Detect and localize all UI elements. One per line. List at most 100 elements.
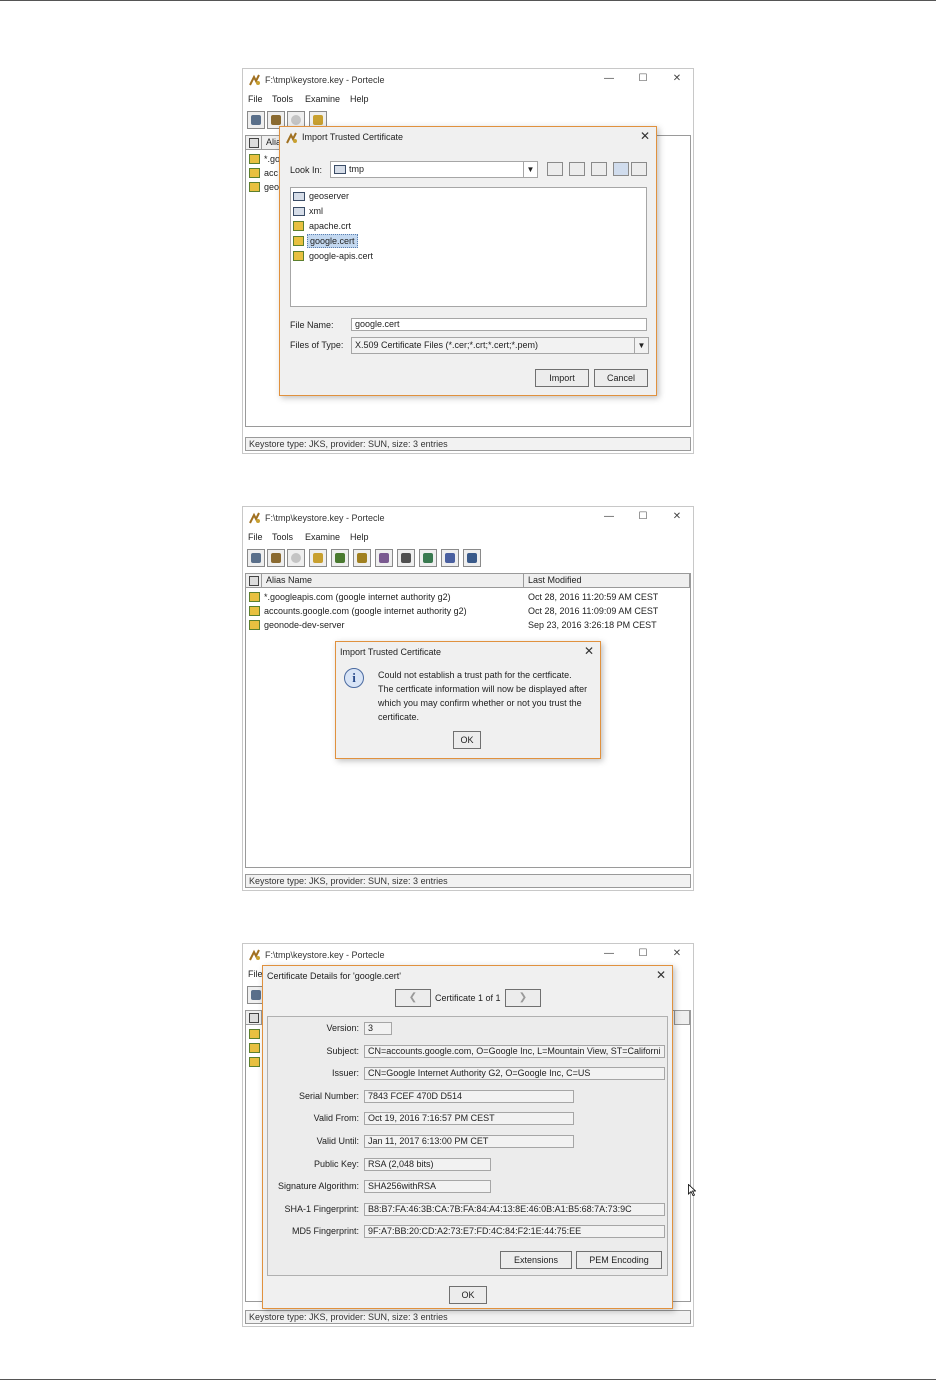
examine-certificate-icon[interactable] — [419, 549, 437, 567]
certificate-index-label: Certificate 1 of 1 — [435, 993, 501, 1003]
status-bar: Keystore type: JKS, provider: SUN, size:… — [245, 1310, 691, 1324]
details-view-icon[interactable] — [631, 162, 647, 176]
ok-button[interactable]: OK — [449, 1286, 487, 1304]
close-icon[interactable]: ✕ — [656, 968, 666, 982]
pem-encoding-button[interactable]: PEM Encoding — [576, 1251, 662, 1269]
maximize-button[interactable]: ☐ — [635, 72, 651, 86]
close-icon[interactable]: ✕ — [584, 644, 594, 658]
minimize-button[interactable]: — — [601, 947, 617, 961]
certificate-icon — [249, 1043, 260, 1053]
title-bar: F:\tmp\keystore.key - Portecle — ☐ ✕ — [243, 69, 693, 91]
new-folder-icon[interactable] — [591, 162, 607, 176]
file-list: geoserver xml apache.crt google.cert goo… — [290, 187, 647, 307]
table-row[interactable]: *.googleapis.com (google internet author… — [246, 591, 690, 604]
extensions-button[interactable]: Extensions — [500, 1251, 572, 1269]
menu-examine[interactable]: Examine — [305, 94, 340, 104]
close-window-button[interactable]: ✕ — [669, 947, 685, 961]
field-label: MD5 Fingerprint: — [291, 1226, 359, 1236]
import-button[interactable]: Import — [535, 369, 589, 387]
header-table-icon — [249, 576, 259, 586]
maximize-button[interactable]: ☐ — [635, 510, 651, 524]
ok-button[interactable]: OK — [453, 731, 481, 749]
new-keystore-icon[interactable] — [247, 111, 265, 129]
public-key-field[interactable]: RSA (2,048 bits) — [364, 1158, 491, 1171]
column-header-last-modified[interactable]: Last Modified — [524, 574, 690, 588]
mouse-pointer-icon — [688, 1184, 696, 1196]
page-bottom-rule — [0, 1379, 936, 1380]
column-header-end — [674, 1011, 690, 1025]
close-window-button[interactable]: ✕ — [669, 72, 685, 86]
menu-file[interactable]: File — [248, 532, 263, 542]
field-label: Valid From: — [313, 1113, 359, 1123]
valid-until-field[interactable]: Jan 11, 2017 6:13:00 PM CET — [364, 1135, 574, 1148]
table-row[interactable]: accounts.google.com (google internet aut… — [246, 605, 690, 618]
column-header-icon — [246, 136, 262, 150]
sha1-fingerprint-field[interactable]: B8:B7:FA:46:3B:CA:7B:FA:84:A4:13:8E:46:0… — [364, 1203, 665, 1216]
issuer-field[interactable]: CN=Google Internet Authority G2, O=Googl… — [364, 1067, 665, 1080]
serial-number-field[interactable]: 7843 FCEF 470D D514 — [364, 1090, 574, 1103]
close-window-button[interactable]: ✕ — [669, 510, 685, 524]
field-label: Version: — [326, 1023, 359, 1033]
table-row[interactable]: *.go — [246, 153, 282, 166]
message-line: which you may confirm whether or not you… — [378, 698, 582, 708]
certificate-details-panel: Version: 3 Subject: CN=accounts.google.c… — [267, 1016, 668, 1276]
table-row[interactable]: acc — [246, 167, 282, 180]
minimize-button[interactable]: — — [601, 72, 617, 86]
certificate-icon — [293, 251, 304, 261]
import-keypair-icon[interactable] — [353, 549, 371, 567]
subject-field[interactable]: CN=accounts.google.com, O=Google Inc, L=… — [364, 1045, 665, 1058]
file-name-input[interactable]: google.cert — [351, 318, 647, 331]
home-icon[interactable] — [569, 162, 585, 176]
field-label: Serial Number: — [298, 1091, 359, 1101]
menu-file[interactable]: File — [248, 969, 262, 979]
menu-examine[interactable]: Examine — [305, 532, 340, 542]
chevron-down-icon[interactable]: ▼ — [634, 338, 648, 353]
portecle-app-icon — [249, 949, 260, 961]
set-password-icon[interactable] — [375, 549, 393, 567]
signature-algorithm-field[interactable]: SHA256withRSA — [364, 1180, 491, 1193]
maximize-button[interactable]: ☐ — [635, 947, 651, 961]
open-keystore-icon[interactable] — [267, 549, 285, 567]
table-row[interactable]: geonode-dev-server Sep 23, 2016 3:26:18 P… — [246, 619, 690, 632]
header-table-icon — [249, 1013, 259, 1023]
menu-help[interactable]: Help — [350, 94, 369, 104]
dialog-title: Certificate Details for 'google.cert' — [267, 971, 401, 981]
md5-fingerprint-field[interactable]: 9F:A7:BB:20:CD:A2:73:E7:FD:4C:84:F2:1E:4… — [364, 1225, 665, 1238]
message-line: Could not establish a trust path for the… — [378, 670, 572, 680]
header-table-icon — [249, 138, 259, 148]
toolbar — [245, 547, 691, 571]
field-label: SHA-1 Fingerprint: — [284, 1204, 359, 1214]
certificate-icon — [249, 168, 260, 178]
new-keystore-icon[interactable] — [247, 549, 265, 567]
look-in-combo[interactable]: tmp ▼ — [330, 161, 538, 178]
previous-certificate-button[interactable]: ❮ — [395, 989, 431, 1007]
menu-help[interactable]: Help — [350, 532, 369, 542]
table-row[interactable]: geo — [246, 181, 282, 194]
generate-keypair-icon[interactable] — [309, 549, 327, 567]
list-view-icon[interactable] — [613, 162, 629, 176]
keystore-report-icon[interactable] — [397, 549, 415, 567]
page-top-rule — [0, 0, 936, 1]
column-header-icon — [246, 1011, 262, 1025]
folder-icon — [334, 165, 346, 174]
column-header-alias[interactable]: Alias Name — [262, 574, 524, 588]
cancel-button[interactable]: Cancel — [594, 369, 648, 387]
close-icon[interactable]: ✕ — [640, 129, 650, 143]
import-trusted-cert-icon[interactable] — [331, 549, 349, 567]
chevron-down-icon[interactable]: ▼ — [523, 162, 537, 177]
window-title: F:\tmp\keystore.key - Portecle — [265, 950, 385, 960]
valid-from-field[interactable]: Oct 19, 2016 7:16:57 PM CEST — [364, 1112, 574, 1125]
help-icon[interactable] — [463, 549, 481, 567]
menu-tools[interactable]: Tools — [272, 94, 293, 104]
menu-tools[interactable]: Tools — [272, 532, 293, 542]
files-of-type-combo[interactable]: X.509 Certificate Files (*.cer;*.crt;*.c… — [351, 337, 649, 354]
save-keystore-icon[interactable] — [287, 549, 305, 567]
look-in-label: Look In: — [290, 165, 323, 175]
next-certificate-button[interactable]: ❯ — [505, 989, 541, 1007]
version-field[interactable]: 3 — [364, 1022, 392, 1035]
examine-ssl-icon[interactable] — [441, 549, 459, 567]
up-one-level-icon[interactable] — [547, 162, 563, 176]
title-bar: F:\tmp\keystore.key - Portecle — ☐ ✕ — [243, 944, 693, 966]
menu-file[interactable]: File — [248, 94, 263, 104]
minimize-button[interactable]: — — [601, 510, 617, 524]
